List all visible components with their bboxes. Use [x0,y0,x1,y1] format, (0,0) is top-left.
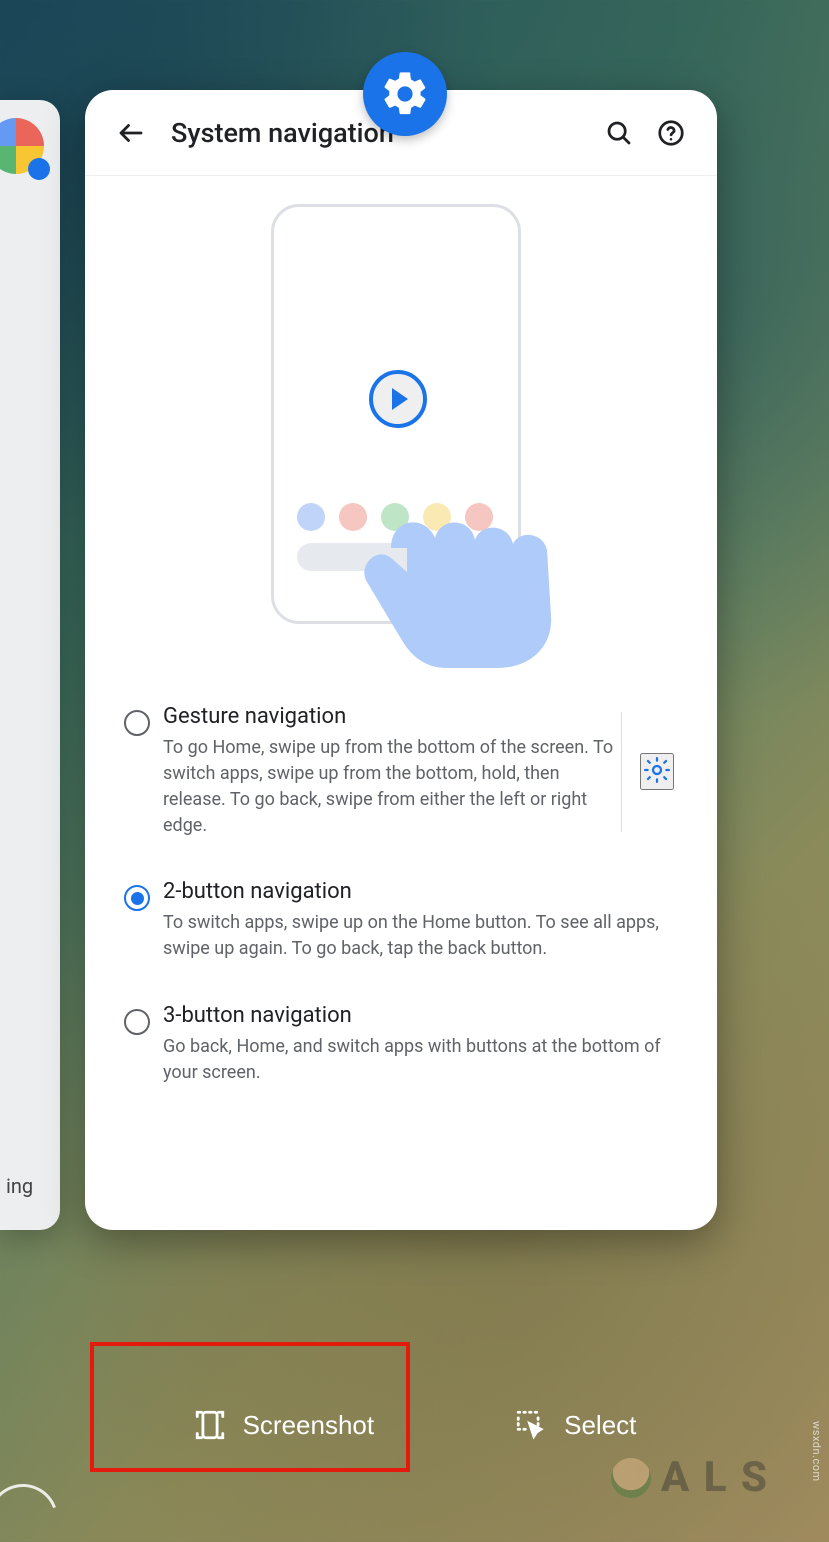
search-button[interactable] [593,107,645,159]
help-icon [656,118,686,148]
appuals-watermark: A L S [611,1453,769,1502]
select-icon [514,1408,548,1442]
radio-three-button[interactable] [124,1009,150,1035]
back-button[interactable] [105,107,157,159]
appuals-mascot-icon [611,1458,651,1498]
option-two-button-navigation[interactable]: 2-button navigation To switch apps, swip… [111,859,691,982]
option-title: 2-button navigation [163,879,687,904]
recents-previous-card[interactable]: ing [0,100,60,1230]
settings-card: System navigation Gesture navigation To [85,90,717,1230]
select-label: Select [564,1410,636,1441]
play-demo-button[interactable] [369,370,427,428]
annotation-highlight-box [90,1342,410,1472]
radio-gesture[interactable] [124,710,150,736]
option-description: To switch apps, swipe up on the Home but… [163,910,687,962]
option-description: Go back, Home, and switch apps with butt… [163,1034,687,1086]
screenshot-button[interactable]: Screenshot [193,1408,375,1442]
help-button[interactable] [645,107,697,159]
watermark-text: wsxdn.com [810,1421,823,1482]
option-title: 3-button navigation [163,1003,687,1028]
gesture-settings-button[interactable] [640,753,674,790]
radio-two-button[interactable] [124,885,150,911]
select-button[interactable]: Select [514,1408,636,1442]
navigation-options-list: Gesture navigation To go Home, swipe up … [85,678,717,1106]
recents-app-icon-settings[interactable] [363,52,447,136]
recents-actions: Screenshot Select [0,1408,829,1442]
illustration-hand [351,478,611,668]
illustration [85,176,717,678]
share-badge-icon [28,158,50,180]
search-icon [604,118,634,148]
option-three-button-navigation[interactable]: 3-button navigation Go back, Home, and s… [111,983,691,1106]
gesture-arc-indicator [0,1472,70,1542]
gear-icon [379,68,431,120]
screenshot-label: Screenshot [243,1410,375,1441]
option-gesture-navigation[interactable]: Gesture navigation To go Home, swipe up … [111,684,691,859]
option-title: Gesture navigation [163,704,617,729]
gear-icon [642,755,672,785]
prev-card-text-fragment: ing [6,1174,33,1198]
option-description: To go Home, swipe up from the bottom of … [163,735,617,839]
screenshot-icon [193,1408,227,1442]
arrow-back-icon [116,118,146,148]
